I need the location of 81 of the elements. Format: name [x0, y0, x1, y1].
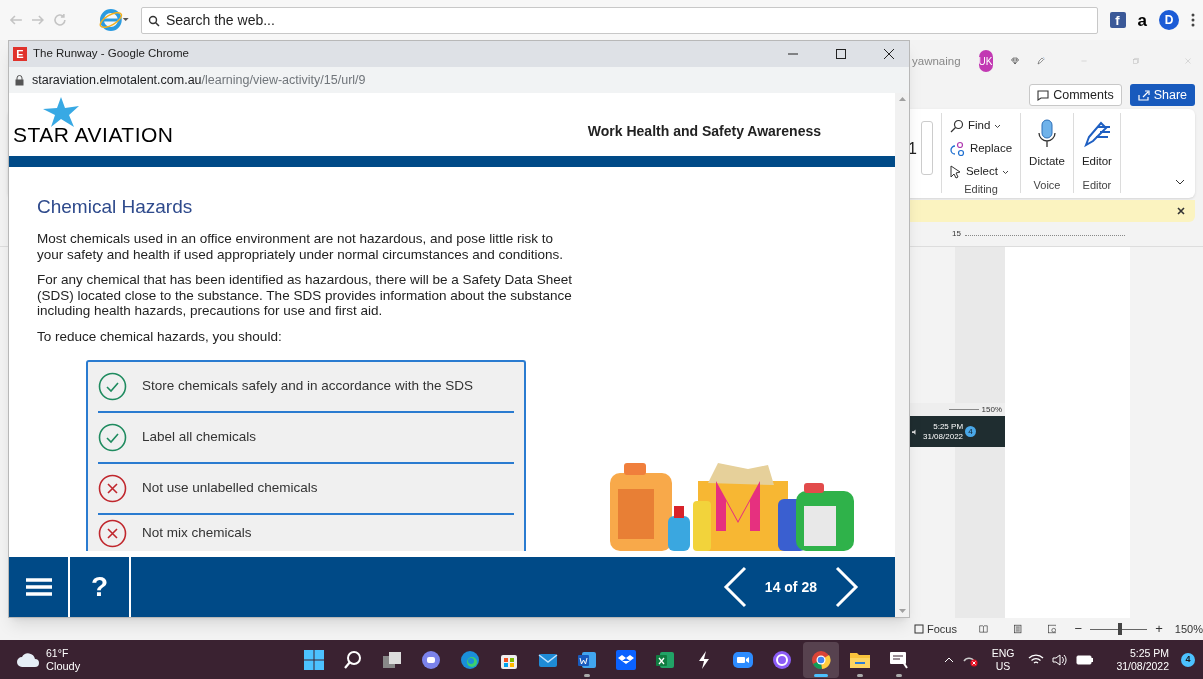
battery-icon[interactable]	[1076, 653, 1095, 666]
star-aviation-logo: STAR AVIATION	[13, 96, 174, 150]
weather-temperature[interactable]: 61°F	[46, 646, 81, 660]
lock-icon	[15, 74, 24, 86]
check-circle-icon	[98, 423, 127, 452]
caret-icon	[1001, 169, 1009, 175]
user-name: yawnaing	[912, 54, 961, 68]
select-button[interactable]: Select	[949, 163, 1013, 181]
amazon-icon[interactable]: a	[1137, 11, 1147, 29]
page-heading: Chemical Hazards	[37, 195, 194, 219]
ruler-label: 15	[952, 228, 961, 240]
share-icon	[1137, 89, 1150, 101]
speaker-icon[interactable]	[1052, 653, 1069, 666]
browser-logo-icon[interactable]	[99, 8, 129, 32]
replace-button[interactable]: Replace	[949, 140, 1013, 158]
comment-icon	[1037, 89, 1050, 101]
group-label: Voice	[1033, 177, 1061, 193]
pen-icon[interactable]	[1081, 119, 1112, 149]
dashlane-icon[interactable]: D	[1159, 10, 1179, 30]
print-layout-icon[interactable]	[1013, 622, 1022, 636]
dictate-button[interactable]: Dictate	[1029, 113, 1065, 171]
wifi-icon[interactable]	[1028, 653, 1045, 666]
read-mode-icon[interactable]	[978, 623, 988, 635]
search-icon	[147, 14, 160, 27]
user-avatar[interactable]: UK	[978, 50, 993, 72]
zoom-level[interactable]: 150%	[1174, 620, 1203, 638]
checklist-item: Not mix chemicals	[142, 523, 252, 542]
checklist-item: Store chemicals safely and in accordance with the SDS	[142, 377, 473, 396]
check-circle-icon	[98, 372, 127, 401]
font-size-field[interactable]: 1	[908, 137, 917, 161]
window-title: The Runway - Google Chrome	[33, 46, 190, 62]
focus-icon	[914, 624, 924, 634]
group-label: Editor	[1082, 177, 1112, 193]
comments-button[interactable]: Comments	[1029, 84, 1122, 106]
chrome-taskbar-icon[interactable]	[803, 641, 839, 678]
cross-circle-icon	[98, 474, 127, 503]
search-field[interactable]: Search the web...	[140, 6, 1098, 34]
language-indicator[interactable]: ENG	[991, 646, 1015, 660]
caret-icon	[994, 123, 1002, 129]
region-indicator[interactable]: US	[995, 659, 1011, 673]
search-icon	[949, 119, 964, 133]
group-label: Editing	[964, 182, 998, 197]
weather-condition[interactable]: Cloudy	[46, 659, 81, 673]
app-logo-icon: E	[13, 47, 27, 61]
page-counter: 14 of 28	[764, 577, 817, 597]
find-button[interactable]: Find	[949, 117, 1013, 135]
checklist-item: Not use unlabelled chemicals	[142, 479, 318, 498]
zoom-label: 150%	[981, 404, 1002, 415]
notification-badge: 4	[965, 426, 977, 437]
zoom-out-button[interactable]: −	[1074, 619, 1082, 639]
body-paragraph: Most chemicals used in an office environment are not hazardous, and pose little risk to your safety and health if used appropriately under normal circumstances and conditions.	[37, 231, 565, 262]
collapse-ribbon-icon[interactable]	[1175, 179, 1185, 185]
menu-icon	[25, 577, 52, 597]
clock-date: 31/08/2022	[923, 431, 964, 442]
focus-button[interactable]: Focus	[914, 620, 957, 638]
caret-up-icon[interactable]	[943, 656, 954, 663]
share-button[interactable]: Share	[1129, 84, 1195, 106]
close-icon[interactable]	[883, 48, 895, 60]
speaker-icon	[912, 428, 919, 435]
replace-icon	[949, 141, 966, 157]
clock-time: 5:25 PM	[933, 421, 964, 432]
more-options-icon[interactable]	[1191, 12, 1195, 28]
maximize-icon[interactable]	[835, 48, 847, 60]
facebook-icon[interactable]: f	[1109, 12, 1126, 28]
close-icon[interactable]	[1177, 207, 1185, 215]
checklist-item: Label all chemicals	[142, 428, 257, 447]
web-layout-icon[interactable]	[1047, 622, 1057, 636]
cloud-icon[interactable]	[16, 651, 40, 668]
zoom-slider[interactable]	[1090, 623, 1148, 635]
body-paragraph: For any chemical that has been identified as hazardous, there will be a Safety Data Sheet (SDS) located close to the substance. The SDS provides information about the substance including health hazards, precautions for use and first aid.	[37, 272, 574, 319]
zoom-in-button[interactable]: +	[1155, 619, 1163, 639]
microphone-icon[interactable]	[1036, 119, 1058, 149]
clock-time[interactable]: 5:25 PM	[1129, 646, 1169, 660]
cross-circle-icon	[98, 518, 127, 548]
pointer-icon	[949, 165, 962, 179]
body-paragraph: To reduce chemical hazards, you should:	[37, 328, 283, 344]
clock-date[interactable]: 31/08/2022	[1116, 659, 1169, 673]
editor-button[interactable]: Editor	[1081, 113, 1112, 171]
notification-badge[interactable]: 4	[1181, 652, 1195, 667]
course-title: Work Health and Safety Awareness	[587, 122, 821, 141]
help-button[interactable]: ?	[70, 557, 131, 617]
